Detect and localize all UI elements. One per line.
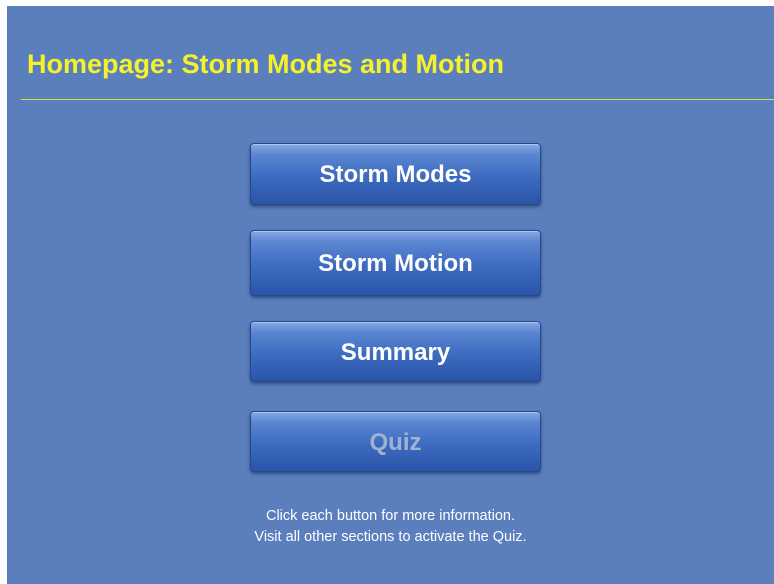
storm-motion-button[interactable]: Storm Motion (250, 230, 541, 296)
instructions-line-1: Click each button for more information. (265, 508, 516, 524)
quiz-button-disabled: Quiz (250, 411, 541, 472)
summary-button[interactable]: Summary (250, 321, 541, 382)
slide-frame: Homepage: Storm Modes and Motion Storm M… (7, 6, 774, 584)
page-title: Homepage: Storm Modes and Motion (27, 49, 505, 79)
instructions-text: Click each button for more information. … (7, 506, 774, 548)
instructions-line-2: Visit all other sections to activate the… (254, 529, 527, 545)
storm-modes-button[interactable]: Storm Modes (250, 143, 541, 205)
title-divider (21, 99, 774, 100)
